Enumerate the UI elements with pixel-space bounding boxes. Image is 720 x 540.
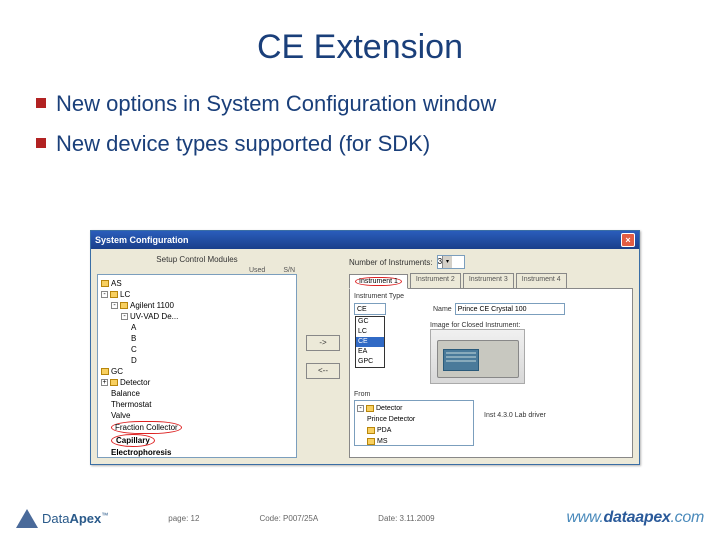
device-image — [430, 329, 525, 384]
type-option-selected[interactable]: CE — [356, 337, 384, 347]
tree-node-gc[interactable]: GC — [111, 367, 123, 376]
subtree-ms[interactable]: MS — [377, 438, 388, 445]
page-number: 12 — [191, 514, 200, 523]
date-value: 3.11.2009 — [400, 514, 435, 523]
logo-triangle-icon — [16, 509, 38, 528]
instrument-count-label: Number of Instruments: — [349, 258, 433, 267]
close-icon[interactable]: × — [621, 233, 635, 247]
header-used: Used — [249, 267, 265, 274]
from-tree[interactable]: - Detector Prince Detector PDA MS — [354, 400, 474, 446]
type-dropdown-list: GC LC CE EA GPC — [355, 316, 385, 368]
bullet-text: New options in System Configuration wind… — [56, 91, 496, 117]
type-selected: CE — [357, 306, 367, 313]
bullet-text: New device types supported (for SDK) — [56, 131, 430, 157]
tree-node-ch-c[interactable]: C — [131, 345, 137, 354]
tab-instrument-3[interactable]: Instrument 3 — [463, 273, 514, 288]
tree-node-agilent[interactable]: Agilent 1100 — [130, 301, 174, 310]
subtree-prince[interactable]: Prince Detector — [367, 416, 415, 423]
remove-button[interactable]: <-- — [306, 363, 340, 379]
type-label: Instrument Type — [354, 293, 404, 300]
date-label: Date: — [378, 514, 397, 523]
tree-node-detector[interactable]: Detector — [120, 378, 150, 387]
add-button[interactable]: -> — [306, 335, 340, 351]
folder-icon — [110, 291, 118, 298]
folder-icon — [110, 379, 118, 386]
highlight-circle-icon: Fraction Collector — [111, 421, 182, 434]
image-hint-label: Image for Closed Instrument: — [430, 322, 525, 329]
logo-text: DataApex™ — [42, 511, 108, 526]
tree-node-as[interactable]: AS — [111, 279, 122, 288]
collapse-icon[interactable]: - — [357, 405, 364, 412]
chevron-down-icon[interactable]: ▾ — [442, 256, 452, 268]
left-pane: Setup Control Modules Used S/N AS -LC -A… — [97, 255, 297, 458]
tree-node-electrophoresis[interactable]: Electrophoresis — [111, 448, 171, 457]
type-option[interactable]: EA — [356, 347, 384, 357]
tab-instrument-1[interactable]: Instrument 1 — [349, 274, 408, 289]
collapse-icon[interactable]: - — [111, 302, 118, 309]
tab-content: Instrument Type CE GC LC CE EA GPC — [349, 288, 633, 458]
code-label: Code: — [259, 514, 280, 523]
tree-node-ch-a[interactable]: A — [131, 323, 136, 332]
name-label: Name — [433, 306, 452, 313]
company-logo: DataApex™ — [16, 509, 108, 528]
slide-title: CE Extension — [30, 28, 690, 67]
bullet-list: New options in System Configuration wind… — [36, 91, 690, 157]
system-configuration-window: System Configuration × Setup Control Mod… — [90, 230, 640, 465]
transfer-buttons: -> <-- — [303, 255, 343, 458]
tree-node-valve[interactable]: Valve — [111, 411, 130, 420]
collapse-icon[interactable]: - — [121, 313, 128, 320]
type-option[interactable]: GPC — [356, 357, 384, 367]
footer-meta: page: 12 Code: P007/25A Date: 3.11.2009 — [168, 514, 434, 523]
tree-node-thermostat[interactable]: Thermostat — [111, 400, 151, 409]
code-value: P007/25A — [283, 514, 318, 523]
tree-node-fraction[interactable]: Fraction Collector — [115, 423, 178, 432]
folder-icon — [367, 438, 375, 445]
tree-node-ch-d[interactable]: D — [131, 356, 137, 365]
header-sn: S/N — [283, 267, 295, 274]
tab-instrument-4[interactable]: Instrument 4 — [516, 273, 567, 288]
module-tree[interactable]: AS -LC -Agilent 1100 -UV-VAD De... A B C… — [97, 274, 297, 458]
subtree-detector[interactable]: Detector — [376, 405, 402, 412]
bullet-item: New options in System Configuration wind… — [36, 91, 690, 117]
bullet-item: New device types supported (for SDK) — [36, 131, 690, 157]
folder-icon — [120, 302, 128, 309]
from-label: From — [354, 391, 628, 398]
tree-node-capillary[interactable]: Capillary — [116, 436, 150, 445]
expand-icon[interactable]: + — [101, 379, 108, 386]
window-title: System Configuration — [95, 235, 189, 245]
highlight-circle-icon: Instrument 1 — [355, 277, 402, 286]
collapse-icon[interactable]: - — [101, 291, 108, 298]
folder-icon — [101, 368, 109, 375]
tree-node-lc[interactable]: LC — [120, 290, 130, 299]
driver-label: Inst 4.3.0 Lab driver — [484, 412, 546, 419]
subtree-pda[interactable]: PDA — [377, 427, 391, 434]
tree-node-ch-b[interactable]: B — [131, 334, 136, 343]
bullet-square-icon — [36, 138, 46, 148]
type-option[interactable]: LC — [356, 327, 384, 337]
tab-instrument-2[interactable]: Instrument 2 — [410, 273, 461, 288]
folder-icon — [367, 427, 375, 434]
left-pane-label: Setup Control Modules — [97, 255, 297, 264]
instrument-type-select[interactable]: CE GC LC CE EA GPC — [354, 303, 386, 315]
bullet-square-icon — [36, 98, 46, 108]
folder-icon — [366, 405, 374, 412]
name-field[interactable]: Prince CE Crystal 100 — [455, 303, 565, 315]
slide-footer: DataApex™ page: 12 Code: P007/25A Date: … — [0, 496, 720, 540]
folder-icon — [101, 280, 109, 287]
page-label: page: — [168, 514, 188, 523]
instrument-tabs: Instrument 1 Instrument 2 Instrument 3 I… — [349, 273, 633, 288]
type-option[interactable]: GC — [356, 317, 384, 327]
window-titlebar[interactable]: System Configuration × — [91, 231, 639, 249]
tree-node-uvvad[interactable]: UV-VAD De... — [130, 312, 178, 321]
instrument-count-select[interactable]: 3 ▾ — [437, 255, 465, 269]
right-pane: Number of Instruments: 3 ▾ Instrument 1 … — [349, 255, 633, 458]
tree-node-balance[interactable]: Balance — [111, 389, 140, 398]
company-url: www.dataapex.com — [567, 509, 704, 527]
highlight-circle-icon: Capillary — [111, 434, 155, 447]
